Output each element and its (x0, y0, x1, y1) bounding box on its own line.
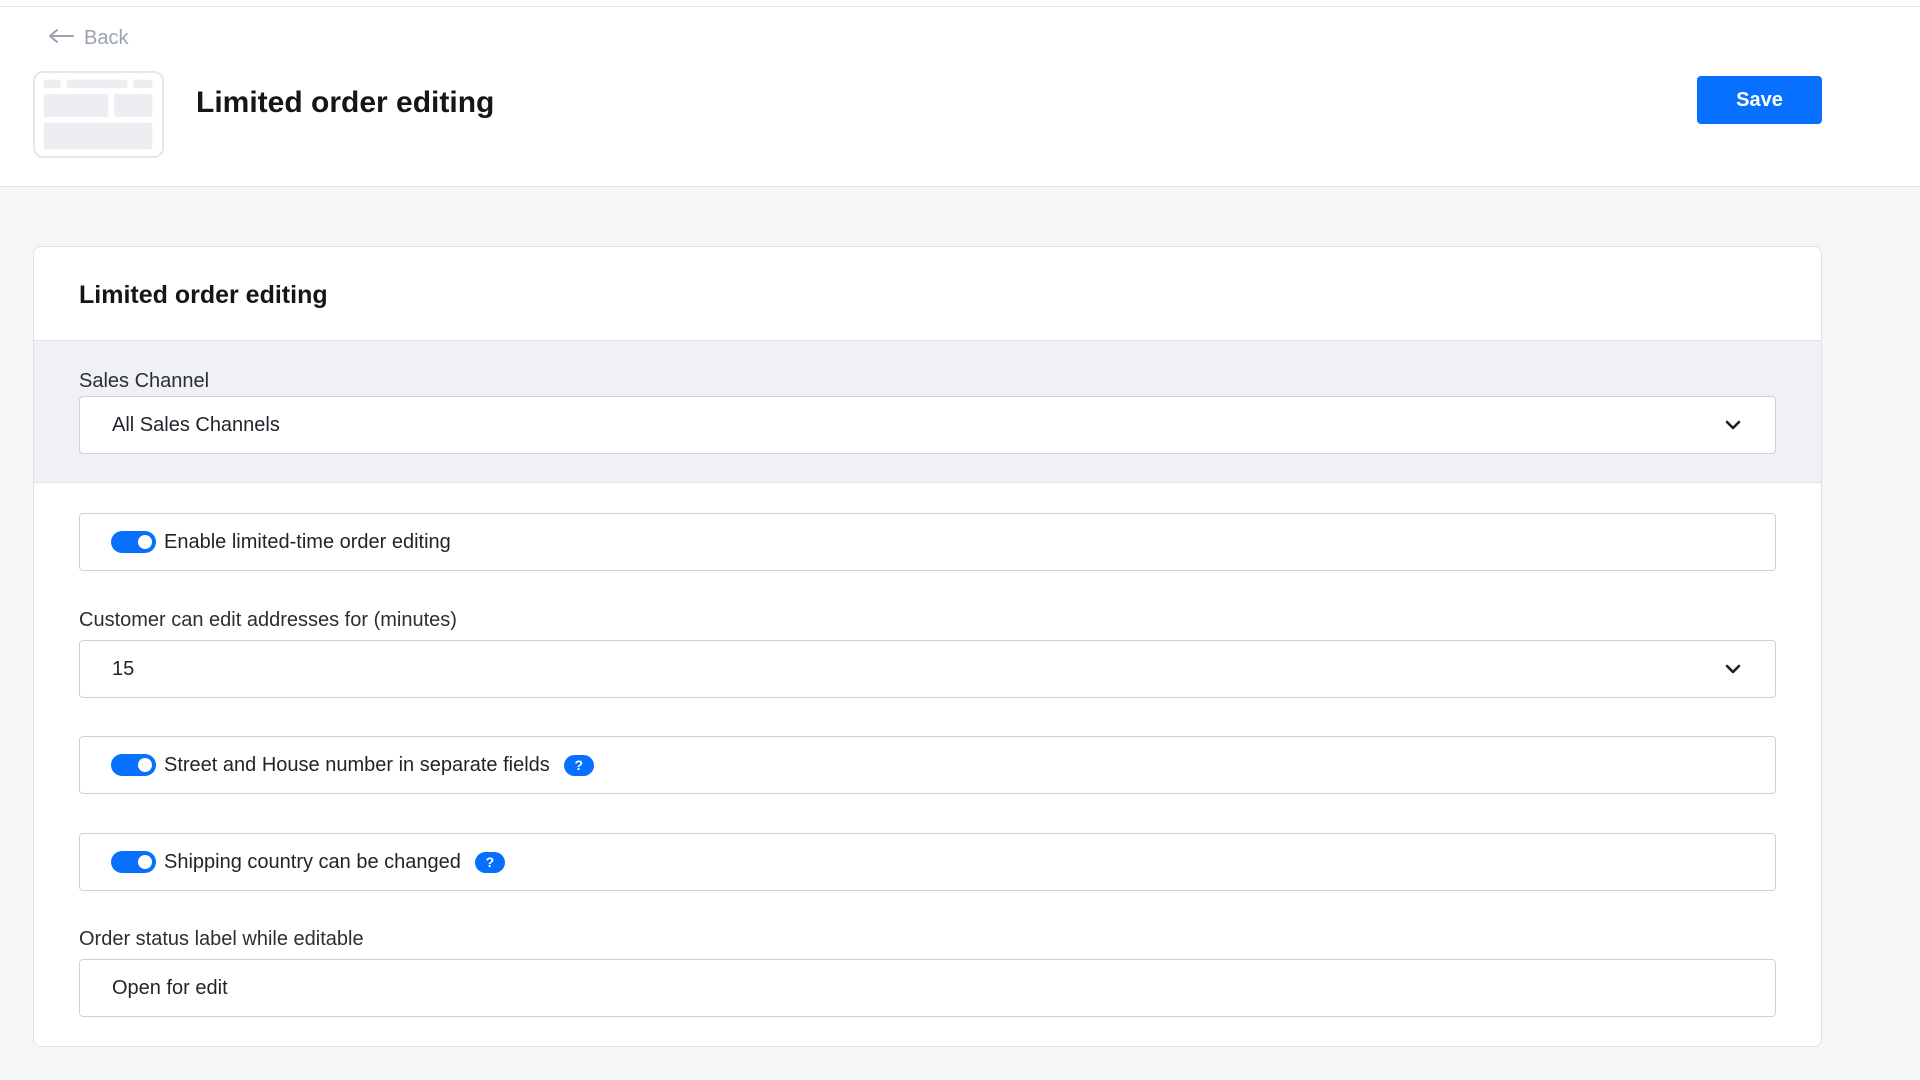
arrow-left-icon (48, 27, 74, 50)
sales-channel-label: Sales Channel (79, 370, 210, 392)
enable-editing-row: Enable limited-time order editing (79, 513, 1776, 571)
back-label: Back (84, 27, 129, 49)
shipping-country-row: Shipping country can be changed ? (79, 833, 1776, 891)
page-title: Limited order editing (196, 86, 495, 119)
street-house-toggle[interactable] (111, 754, 156, 776)
minutes-value: 15 (112, 657, 135, 680)
shipping-country-label: Shipping country can be changed (164, 850, 461, 873)
status-label-value: Open for edit (112, 976, 228, 999)
app-thumbnail-icon (33, 71, 164, 158)
top-border (0, 0, 1920, 7)
street-house-label: Street and House number in separate fiel… (164, 753, 550, 776)
back-link[interactable]: Back (48, 27, 128, 50)
page-header: Back Limited order editing Save (0, 7, 1920, 187)
settings-card: Limited order editing Sales Channel All … (33, 246, 1822, 1047)
card-title: Limited order editing (79, 281, 328, 309)
help-icon[interactable]: ? (563, 754, 594, 776)
sales-channel-value: All Sales Channels (112, 413, 280, 436)
help-icon[interactable]: ? (474, 851, 505, 873)
status-label-input[interactable]: Open for edit (79, 959, 1776, 1017)
sales-channel-section: Sales Channel All Sales Channels (34, 340, 1821, 483)
status-label-label: Order status label while editable (79, 928, 364, 950)
enable-editing-toggle[interactable] (111, 531, 156, 553)
minutes-label: Customer can edit addresses for (minutes… (79, 609, 457, 631)
shipping-country-toggle[interactable] (111, 851, 156, 873)
chevron-down-icon (1725, 420, 1741, 430)
sales-channel-select[interactable]: All Sales Channels (79, 396, 1776, 454)
minutes-select[interactable]: 15 (79, 640, 1776, 698)
enable-editing-label: Enable limited-time order editing (164, 530, 451, 553)
street-house-row: Street and House number in separate fiel… (79, 736, 1776, 794)
chevron-down-icon (1725, 664, 1741, 674)
save-button[interactable]: Save (1697, 76, 1822, 124)
